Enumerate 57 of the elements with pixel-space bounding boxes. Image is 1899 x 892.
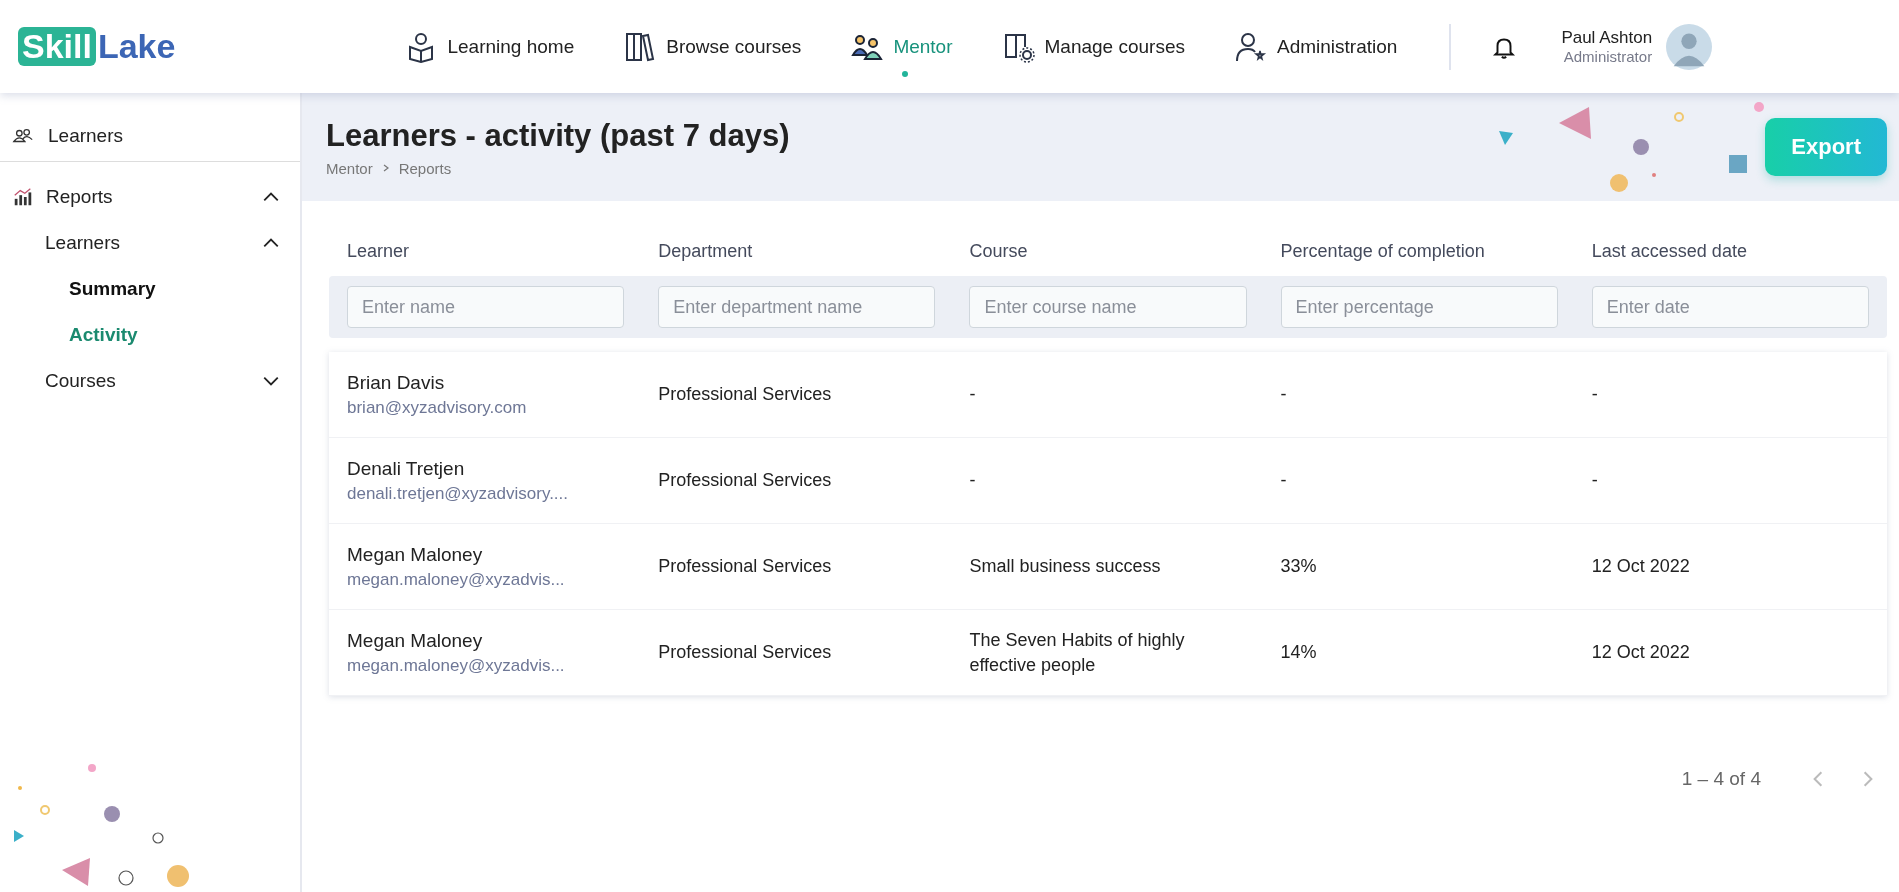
breadcrumb-link[interactable]: Reports <box>398 159 452 177</box>
books-icon <box>624 30 657 63</box>
learner-email: megan.maloney@xyzadvis... <box>347 655 566 676</box>
learner-name: Denali Tretjen <box>347 457 466 480</box>
learner-name: Brian Davis <box>347 371 446 394</box>
table-cell-text: 33% <box>1280 556 1318 577</box>
table-cell-text: Professional Services <box>658 470 833 491</box>
column-header: Course <box>969 241 1029 262</box>
learner-email: denali.tretjen@xyzadvisory.... <box>347 483 570 504</box>
column-header: Percentage of completion <box>1280 241 1486 262</box>
sidebar-item[interactable]: Reports <box>0 174 300 220</box>
bar-chart-icon <box>12 186 34 208</box>
filter-field[interactable]: Enter name <box>347 286 625 328</box>
avatar[interactable] <box>1666 23 1713 70</box>
column-header: Learner <box>347 241 411 262</box>
table-cell-text: - <box>1591 384 1599 405</box>
breadcrumb-link[interactable]: Mentor <box>326 159 373 177</box>
filter-field[interactable]: Enter date <box>1591 286 1869 328</box>
sidebar-item[interactable]: Learners <box>0 115 300 161</box>
table-cell-text: Professional Services <box>658 384 833 405</box>
nav-link[interactable]: Manage courses <box>1002 22 1185 71</box>
filter-field[interactable]: Enter department name <box>658 286 936 328</box>
nav-link[interactable]: Browse courses <box>624 22 802 71</box>
table-cell-text: The Seven Habits of highly effective people <box>969 629 1186 677</box>
learner-email: brian@xyzadvisory.com <box>347 397 528 418</box>
table-cell-text: - <box>1280 384 1288 405</box>
sidebar-item[interactable]: Summary <box>0 266 300 312</box>
sidebar-item[interactable]: Activity <box>0 312 300 358</box>
table-cell-text: - <box>969 469 977 493</box>
table-cell-text: 14% <box>1280 642 1318 663</box>
logo-text: Lake <box>96 27 176 66</box>
filter-field[interactable]: Enter course name <box>969 286 1247 328</box>
table-cell-text: Professional Services <box>658 556 833 577</box>
filter-field[interactable]: Enter percentage <box>1280 286 1558 328</box>
learner-email: megan.maloney@xyzadvis... <box>347 569 566 590</box>
logo[interactable]: Skill Lake <box>18 27 176 66</box>
table-cell-text: - <box>1280 470 1288 491</box>
table-cell-text: - <box>969 383 977 407</box>
table-cell-text: 12 Oct 2022 <box>1591 556 1691 577</box>
learner-name: Megan Maloney <box>347 629 484 652</box>
table-cell-text: - <box>1591 470 1599 491</box>
column-header: Department <box>658 241 754 262</box>
table-cell-text: 12 Oct 2022 <box>1591 642 1691 663</box>
logo-mark: Skill <box>18 27 96 66</box>
sidebar-item[interactable]: Courses <box>0 358 300 404</box>
user-role: Administrator <box>1563 48 1653 65</box>
column-header: Last accessed date <box>1591 241 1748 262</box>
table-cell-text: Professional Services <box>658 642 833 663</box>
table-cell-text: Small business success <box>969 555 1162 579</box>
nav-link[interactable]: Learning home <box>405 22 575 71</box>
nav-link[interactable]: Administration <box>1235 22 1398 71</box>
learner-name: Megan Maloney <box>347 543 484 566</box>
pagination-range: 1 – 4 of 4 <box>1681 768 1761 790</box>
user-star-icon <box>1235 30 1267 63</box>
sidebar-item[interactable]: Learners <box>0 220 300 266</box>
page-title: Learners - activity (past 7 days) <box>326 117 791 154</box>
user-name: Paul Ashton <box>1561 28 1653 48</box>
